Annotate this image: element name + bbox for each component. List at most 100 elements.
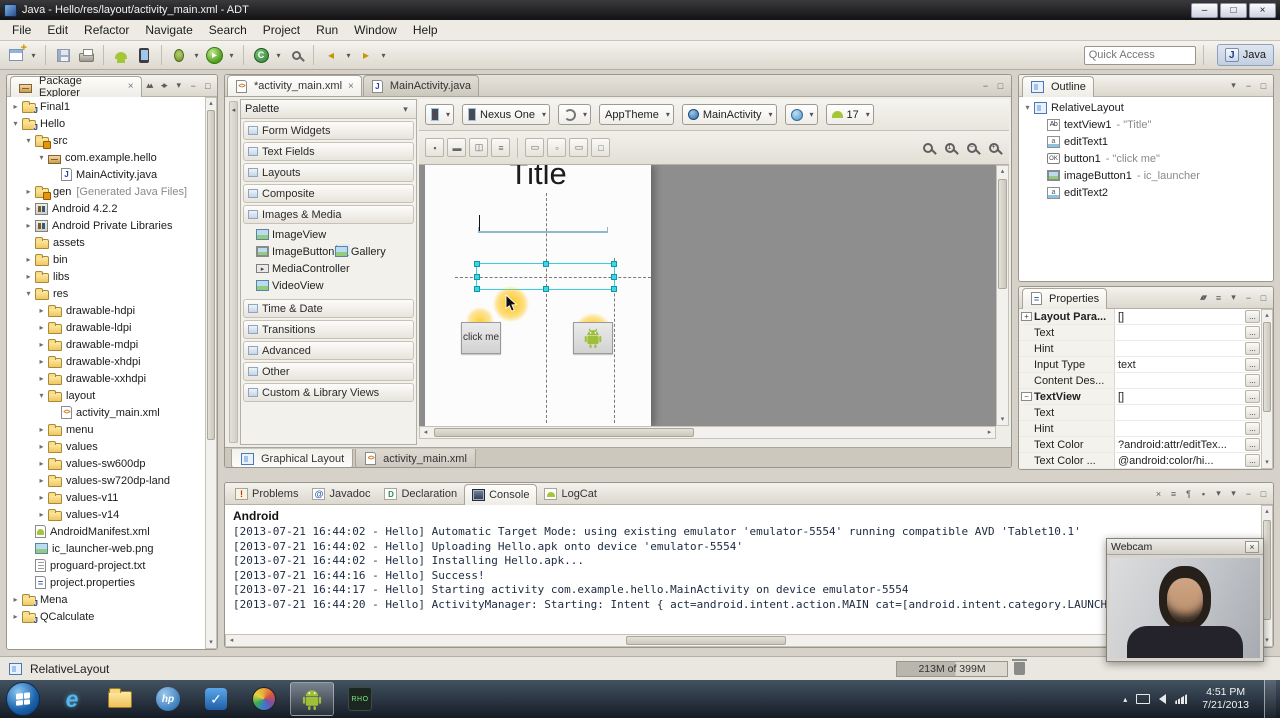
ellipsis-button[interactable]: ... <box>1245 390 1260 403</box>
canvas-edittext-field[interactable] <box>478 227 608 233</box>
palette-category[interactable]: Layouts <box>243 163 414 182</box>
tab-problems[interactable]: Problems <box>228 484 305 505</box>
palette-item[interactable]: VideoView <box>255 277 416 294</box>
android-sdk-manager-icon[interactable] <box>111 45 131 65</box>
close-window-button[interactable]: × <box>1249 2 1276 18</box>
tree-item[interactable]: ▸ values-sw600dp <box>7 455 205 472</box>
expander-icon[interactable]: ▾ <box>23 136 34 145</box>
webcam-titlebar[interactable]: Webcam × <box>1107 539 1263 555</box>
scrollbar-thumb[interactable] <box>1263 322 1271 412</box>
property-row[interactable]: + Layout Para... []... <box>1019 309 1261 325</box>
palette-category[interactable]: Composite <box>243 184 414 203</box>
ellipsis-button[interactable]: ... <box>1245 454 1260 467</box>
menu-run[interactable]: Run <box>308 21 346 39</box>
network-tray-icon[interactable] <box>1175 694 1188 704</box>
expander-icon[interactable]: ▸ <box>23 255 34 264</box>
package-explorer-scrollbar[interactable]: ▴ ▾ <box>205 97 217 649</box>
show-desktop-button[interactable] <box>1264 680 1276 718</box>
close-tab-icon[interactable]: × <box>348 81 354 92</box>
menu-help[interactable]: Help <box>405 21 446 39</box>
editor-tab[interactable]: *activity_main.xml × <box>227 75 362 96</box>
palette-category[interactable]: Form Widgets <box>243 121 414 140</box>
snap-to-grid-icon[interactable] <box>491 138 510 157</box>
hidden-icons-button[interactable]: ▴ <box>1123 695 1127 704</box>
scroll-lock-icon[interactable] <box>1165 486 1180 502</box>
tab-activity-main-xml[interactable]: activity_main.xml <box>355 449 476 467</box>
volume-tray-icon[interactable] <box>1159 694 1167 704</box>
tab-javadoc[interactable]: Javadoc <box>305 484 377 505</box>
close-webcam-icon[interactable]: × <box>1245 540 1259 553</box>
minimize-view-icon[interactable] <box>1240 78 1255 94</box>
expander-icon[interactable]: ▸ <box>36 340 47 349</box>
tree-item[interactable]: MainActivity.java <box>7 166 205 183</box>
palette-category[interactable]: Time & Date <box>243 299 414 318</box>
scrollbar-thumb[interactable] <box>434 428 694 437</box>
locale-combo[interactable] <box>784 104 818 125</box>
align-left-icon[interactable] <box>525 138 544 157</box>
avd-manager-icon[interactable] <box>134 45 154 65</box>
expander-icon[interactable]: ▸ <box>23 187 34 196</box>
tab-declaration[interactable]: Declaration <box>377 484 464 505</box>
run-icon[interactable] <box>204 45 224 65</box>
palette-category[interactable]: Images & Media <box>243 205 414 224</box>
tree-item[interactable]: ▸ drawable-hdpi <box>7 302 205 319</box>
taskbar-app-check[interactable]: ✓ <box>194 682 238 716</box>
zoom-reset-icon[interactable]: 1 <box>940 138 959 157</box>
palette-item[interactable]: MediaController <box>255 260 416 277</box>
menu-project[interactable]: Project <box>255 21 308 39</box>
ellipsis-button[interactable]: ... <box>1245 310 1260 323</box>
tab-logcat[interactable]: LogCat <box>537 484 603 505</box>
canvas-vertical-scrollbar[interactable]: ▴ ▾ <box>996 165 1009 426</box>
tree-item[interactable]: AndroidManifest.xml <box>7 523 205 540</box>
expander-icon[interactable]: ▸ <box>36 306 47 315</box>
expander-icon[interactable]: ▸ <box>10 595 21 604</box>
editor-tab[interactable]: MainActivity.java <box>362 75 479 96</box>
scrollbar-thumb[interactable] <box>207 110 215 440</box>
expander-icon[interactable]: ▸ <box>23 272 34 281</box>
tree-item[interactable]: ▸ bin <box>7 251 205 268</box>
distribute-icon[interactable] <box>591 138 610 157</box>
palette-category[interactable]: Text Fields <box>243 142 414 161</box>
minimize-editor-icon[interactable] <box>977 78 992 94</box>
expander-icon[interactable]: ▸ <box>36 323 47 332</box>
tree-item[interactable]: ▾ Hello <box>7 115 205 133</box>
palette-category[interactable]: Custom & Library Views <box>243 383 414 402</box>
tree-item[interactable]: ▸ drawable-ldpi <box>7 319 205 336</box>
rotate-combo[interactable] <box>558 104 592 125</box>
tree-item[interactable]: project.properties <box>7 574 205 591</box>
tree-item[interactable]: ▸ Final1 <box>7 98 205 116</box>
expander-icon[interactable]: ▸ <box>36 357 47 366</box>
expander-icon[interactable]: ▾ <box>1022 103 1033 112</box>
palette-category[interactable]: Transitions <box>243 320 414 339</box>
pin-console-icon[interactable] <box>1195 486 1210 502</box>
api-level-combo[interactable]: 17 <box>825 104 874 125</box>
back-dropdown-icon[interactable] <box>344 45 353 65</box>
maximize-view-icon[interactable] <box>200 78 214 94</box>
forward-dropdown-icon[interactable] <box>379 45 388 65</box>
link-with-editor-icon[interactable] <box>156 78 170 94</box>
view-menu-icon[interactable] <box>1225 78 1240 94</box>
property-row[interactable]: Content Des...... <box>1019 373 1261 389</box>
view-menu-icon[interactable] <box>1225 290 1240 306</box>
show-grid-icon[interactable] <box>469 138 488 157</box>
palette-menu-icon[interactable] <box>397 101 412 117</box>
open-console-icon[interactable] <box>1225 486 1240 502</box>
show-advanced-properties-icon[interactable] <box>1210 290 1225 306</box>
property-row[interactable]: Text Color ?android:attr/editTex...... <box>1019 437 1261 453</box>
tree-item[interactable]: ▾ layout <box>7 387 205 404</box>
maximize-view-icon[interactable] <box>1255 290 1270 306</box>
property-row[interactable]: Input Type text... <box>1019 357 1261 373</box>
canvas-textview-title[interactable]: Title <box>425 165 651 192</box>
property-row[interactable]: Hint... <box>1019 421 1261 437</box>
debug-icon[interactable] <box>169 45 189 65</box>
ellipsis-button[interactable]: ... <box>1245 374 1260 387</box>
expander-icon[interactable]: ▸ <box>36 476 47 485</box>
tree-item[interactable]: ▸ values-sw720dp-land <box>7 472 205 489</box>
outline-item[interactable]: editText1 <box>1019 133 1273 150</box>
canvas-imagebutton[interactable] <box>573 322 613 354</box>
tree-item[interactable]: ▸ Android 4.2.2 <box>7 200 205 217</box>
new-class-dropdown-icon[interactable] <box>274 45 283 65</box>
palette-item[interactable]: ImageButton <box>255 243 334 260</box>
zoom-out-icon[interactable]: − <box>962 138 981 157</box>
taskbar-rho-app[interactable]: RHO <box>338 682 382 716</box>
